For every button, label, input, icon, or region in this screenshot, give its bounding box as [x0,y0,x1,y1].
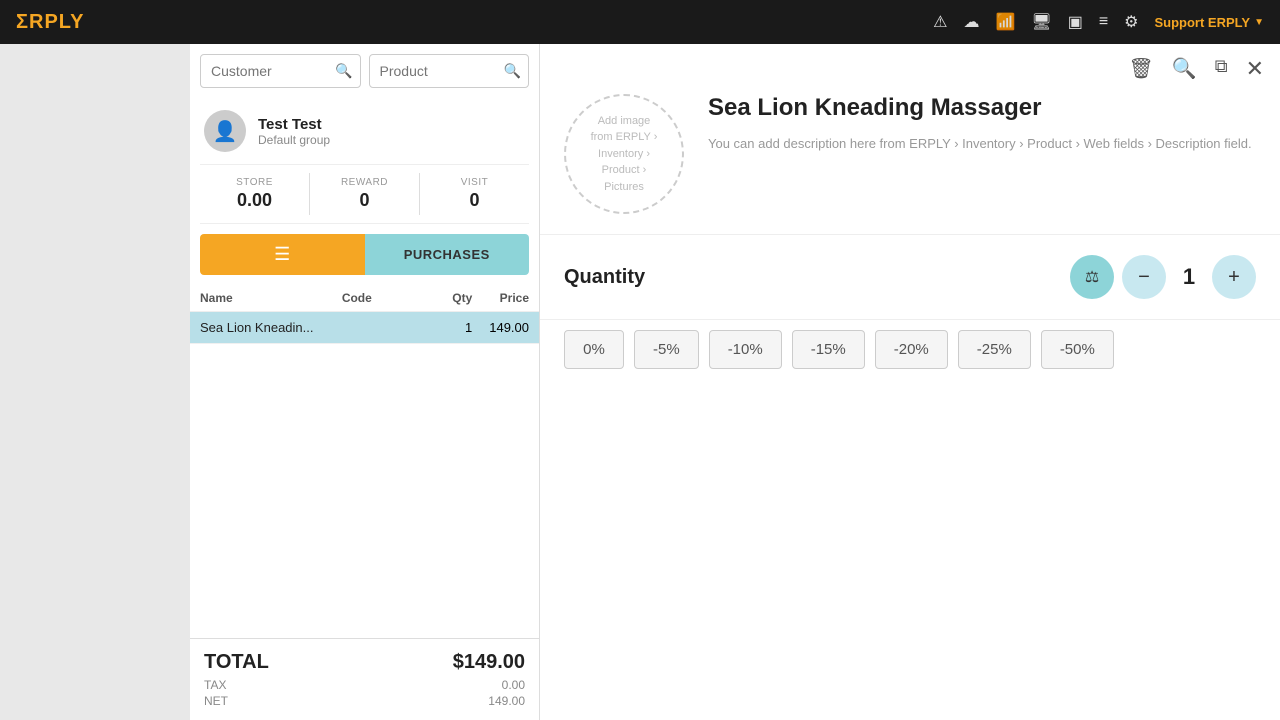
stat-reward: REWARD 0 [310,173,420,215]
store-value: 0.00 [200,190,309,211]
customer-search-wrap: 🔍 [200,54,361,88]
top-navigation: ΣRPLY ⚠ ☁ 📶 🖥 ▣ ≡ ⚙ Support ERPLY ▼ [0,0,1280,44]
settings-icon[interactable]: ⚙ [1124,12,1138,32]
tax-label: TAX [204,678,226,692]
reward-value: 0 [310,190,419,211]
col-header-price: Price [472,291,529,305]
logo-text: RPLY [29,11,85,33]
support-chevron: ▼ [1254,17,1264,28]
product-image-text: Add imagefrom ERPLY ›Inventory ›Product … [591,113,658,196]
product-search-icon[interactable]: 🔍 [1172,56,1197,82]
total-amount: $149.00 [453,651,525,674]
row-code [342,320,427,335]
app-logo: ΣRPLY [16,11,85,34]
net-row: NET 149.00 [204,694,525,708]
items-table: Name Code Qty Price Sea Lion Kneadin... … [190,285,539,638]
discount-20-button[interactable]: -20% [875,330,948,369]
stat-visit: VISIT 0 [420,173,529,215]
row-price: 149.00 [472,320,529,335]
total-row: TOTAL $149.00 [204,651,525,674]
visit-value: 0 [420,190,529,211]
product-name: Sea Lion Kneading Massager [708,94,1256,122]
nav-icons: ⚠ ☁ 📶 🖥 ▣ ≡ ⚙ Support ERPLY ▼ [933,12,1264,32]
main-layout: 🔍 🔍 👤 Test Test Default group STORE 0.00… [0,44,1280,720]
discount-50-button[interactable]: -50% [1041,330,1114,369]
quantity-label: Quantity [564,266,645,289]
customer-name: Test Test [258,116,330,133]
product-header-icons: 🗑 🔍 ⧉ ✕ [540,44,1280,94]
discount-15-button[interactable]: -15% [792,330,865,369]
stat-store: STORE 0.00 [200,173,310,215]
product-panel: 🗑 🔍 ⧉ ✕ Add imagefrom ERPLY ›Inventory ›… [540,44,1280,720]
product-info: Sea Lion Kneading Massager You can add d… [708,94,1256,214]
screen-icon[interactable]: 🖥 [1031,12,1051,32]
product-description: You can add description here from ERPLY … [708,134,1256,154]
cloud-icon[interactable]: ☁ [963,12,979,32]
receipt-button[interactable]: ☰ [200,234,365,275]
left-sidebar [0,44,190,720]
swap-icon[interactable]: ⧉ [1215,56,1228,82]
discount-0-button[interactable]: 0% [564,330,624,369]
customer-group: Default group [258,133,330,147]
product-search-wrap: 🔍 [369,54,530,88]
quantity-section: Quantity ⚖ − 1 + [540,234,1280,319]
row-name: Sea Lion Kneadin... [200,320,342,335]
customer-details: Test Test Default group [258,116,330,147]
purchases-label: PURCHASES [404,247,490,262]
row-qty: 1 [427,320,472,335]
delete-icon[interactable]: 🗑 [1128,56,1153,82]
discount-5-button[interactable]: -5% [634,330,699,369]
discount-10-button[interactable]: -10% [709,330,782,369]
table-header: Name Code Qty Price [190,285,539,312]
discount-25-button[interactable]: -25% [958,330,1031,369]
customer-info: 👤 Test Test Default group [190,98,539,164]
support-link[interactable]: Support ERPLY ▼ [1155,15,1265,30]
alert-icon[interactable]: ⚠ [933,12,947,32]
product-content: Add imagefrom ERPLY ›Inventory ›Product … [540,94,1280,234]
tax-row: TAX 0.00 [204,678,525,692]
col-header-code: Code [342,291,427,305]
chart-icon[interactable]: 📶 [995,12,1015,32]
logo-sigma: Σ [16,11,29,33]
scale-button[interactable]: ⚖ [1070,255,1114,299]
receipt-icon: ☰ [274,244,290,265]
reward-label: REWARD [310,177,419,188]
pos-panel: 🔍 🔍 👤 Test Test Default group STORE 0.00… [190,44,540,720]
purchases-button[interactable]: PURCHASES [365,234,530,275]
table-row[interactable]: Sea Lion Kneadin... 1 149.00 [190,312,539,344]
quantity-decrease-button[interactable]: − [1122,255,1166,299]
net-label: NET [204,694,228,708]
action-buttons: ☰ PURCHASES [190,224,539,285]
quantity-controls: ⚖ − 1 + [1070,255,1256,299]
visit-label: VISIT [420,177,529,188]
total-label: TOTAL [204,651,269,674]
tax-value: 0.00 [502,678,525,692]
receipt-nav-icon[interactable]: ▣ [1068,12,1083,32]
quantity-value: 1 [1174,264,1204,290]
search-row: 🔍 🔍 [190,44,539,98]
customer-search-icon[interactable]: 🔍 [335,63,352,80]
col-header-qty: Qty [427,291,472,305]
menu-icon[interactable]: ≡ [1099,13,1108,31]
stats-row: STORE 0.00 REWARD 0 VISIT 0 [200,164,529,224]
product-search-icon[interactable]: 🔍 [504,63,521,80]
total-section: TOTAL $149.00 TAX 0.00 NET 149.00 [190,638,539,720]
quantity-increase-button[interactable]: + [1212,255,1256,299]
product-image-placeholder: Add imagefrom ERPLY ›Inventory ›Product … [564,94,684,214]
store-label: STORE [200,177,309,188]
discount-section: 0% -5% -10% -15% -20% -25% -50% [540,319,1280,389]
discount-buttons: 0% -5% -10% -15% -20% -25% -50% [564,330,1256,369]
customer-avatar: 👤 [204,110,246,152]
close-icon[interactable]: ✕ [1246,56,1264,82]
net-value: 149.00 [488,694,525,708]
col-header-name: Name [200,291,342,305]
support-label: Support ERPLY [1155,15,1251,30]
